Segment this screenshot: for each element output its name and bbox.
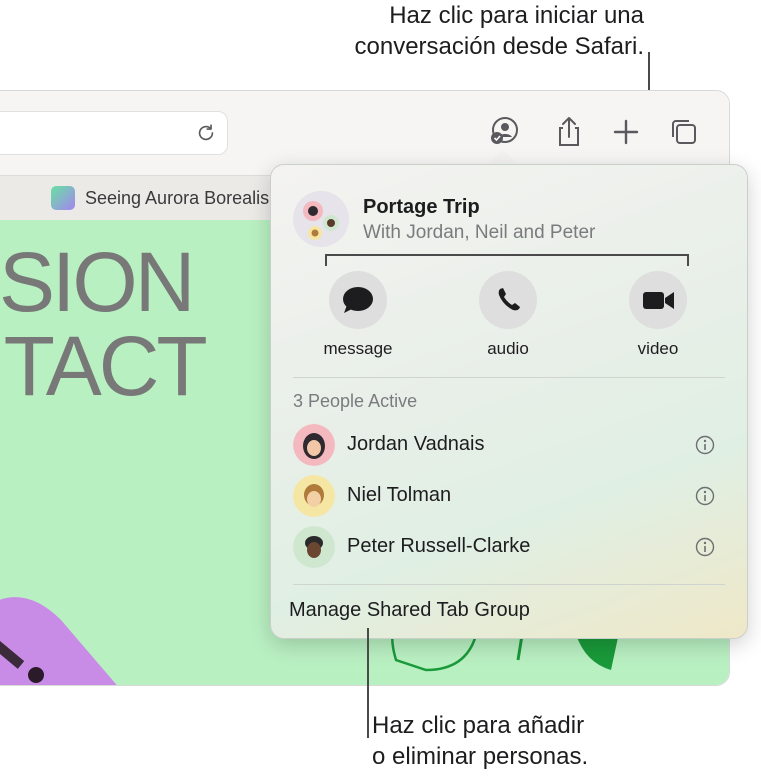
video-button[interactable]: video <box>618 271 698 359</box>
divider <box>293 377 725 378</box>
audio-button[interactable]: audio <box>468 271 548 359</box>
callout-line: o eliminar personas. <box>372 743 589 770</box>
callout-line: Haz clic para añadir <box>372 712 585 739</box>
message-button[interactable]: message <box>318 271 398 359</box>
tab-overview-icon[interactable] <box>667 115 701 149</box>
callout-leader-line <box>367 628 369 738</box>
participant-name: Niel Tolman <box>347 484 452 506</box>
group-members-avatar-icon <box>303 201 339 240</box>
tab-seeing-aurora[interactable]: Seeing Aurora Borealis <box>11 176 281 220</box>
avatar <box>293 424 335 466</box>
page-heading-line: SSION <box>0 235 195 329</box>
popover-arrow <box>488 150 518 165</box>
new-tab-plus-icon[interactable] <box>609 115 643 149</box>
share-icon[interactable] <box>552 115 586 149</box>
message-label: message <box>323 339 393 358</box>
participant-row[interactable]: Peter Russell-Clarke <box>293 526 725 568</box>
active-people-title: 3 People Active <box>293 391 418 411</box>
group-title: Portage Trip <box>363 196 480 218</box>
message-bubble-icon <box>343 287 373 313</box>
callout-bracket-right <box>687 254 689 266</box>
page-illustration <box>0 597 117 685</box>
page-heading-line: NTACT <box>0 319 208 413</box>
group-avatar <box>293 191 349 247</box>
participant-row[interactable]: Jordan Vadnais <box>293 424 725 466</box>
avatar <box>293 475 335 517</box>
info-icon[interactable] <box>695 435 715 455</box>
info-icon[interactable] <box>695 537 715 557</box>
toolbar <box>0 91 729 175</box>
address-bar[interactable] <box>0 111 228 155</box>
reload-icon[interactable] <box>195 122 217 144</box>
divider <box>293 584 725 585</box>
callout-bracket-left <box>325 254 327 266</box>
callout-line: Haz clic para iniciar una <box>389 2 644 29</box>
manage-shared-tab-group-button[interactable]: Manage Shared Tab Group <box>289 599 530 622</box>
shared-tab-group-popover: Portage Trip With Jordan, Neil and Peter… <box>270 164 748 639</box>
video-label: video <box>637 339 679 358</box>
info-icon[interactable] <box>695 486 715 506</box>
shared-tab-group-icon[interactable] <box>487 115 521 149</box>
video-camera-icon <box>643 292 674 309</box>
callout-line: conversación desde Safari. <box>354 33 645 60</box>
participant-row[interactable]: Niel Tolman <box>293 475 725 517</box>
phone-icon <box>498 288 520 311</box>
callout-start-conversation: Haz clic para iniciar una conversación d… <box>224 0 645 62</box>
tab-favicon-icon <box>51 186 75 210</box>
group-members-subtitle: With Jordan, Neil and Peter <box>363 222 596 243</box>
avatar <box>293 526 335 568</box>
callout-manage-people: Haz clic para añadir o eliminar personas… <box>372 710 732 772</box>
callout-bracket <box>325 254 689 256</box>
participant-name: Peter Russell-Clarke <box>347 535 531 557</box>
audio-label: audio <box>487 339 529 358</box>
tab-title: Seeing Aurora Borealis <box>85 187 270 208</box>
participant-name: Jordan Vadnais <box>347 433 485 455</box>
